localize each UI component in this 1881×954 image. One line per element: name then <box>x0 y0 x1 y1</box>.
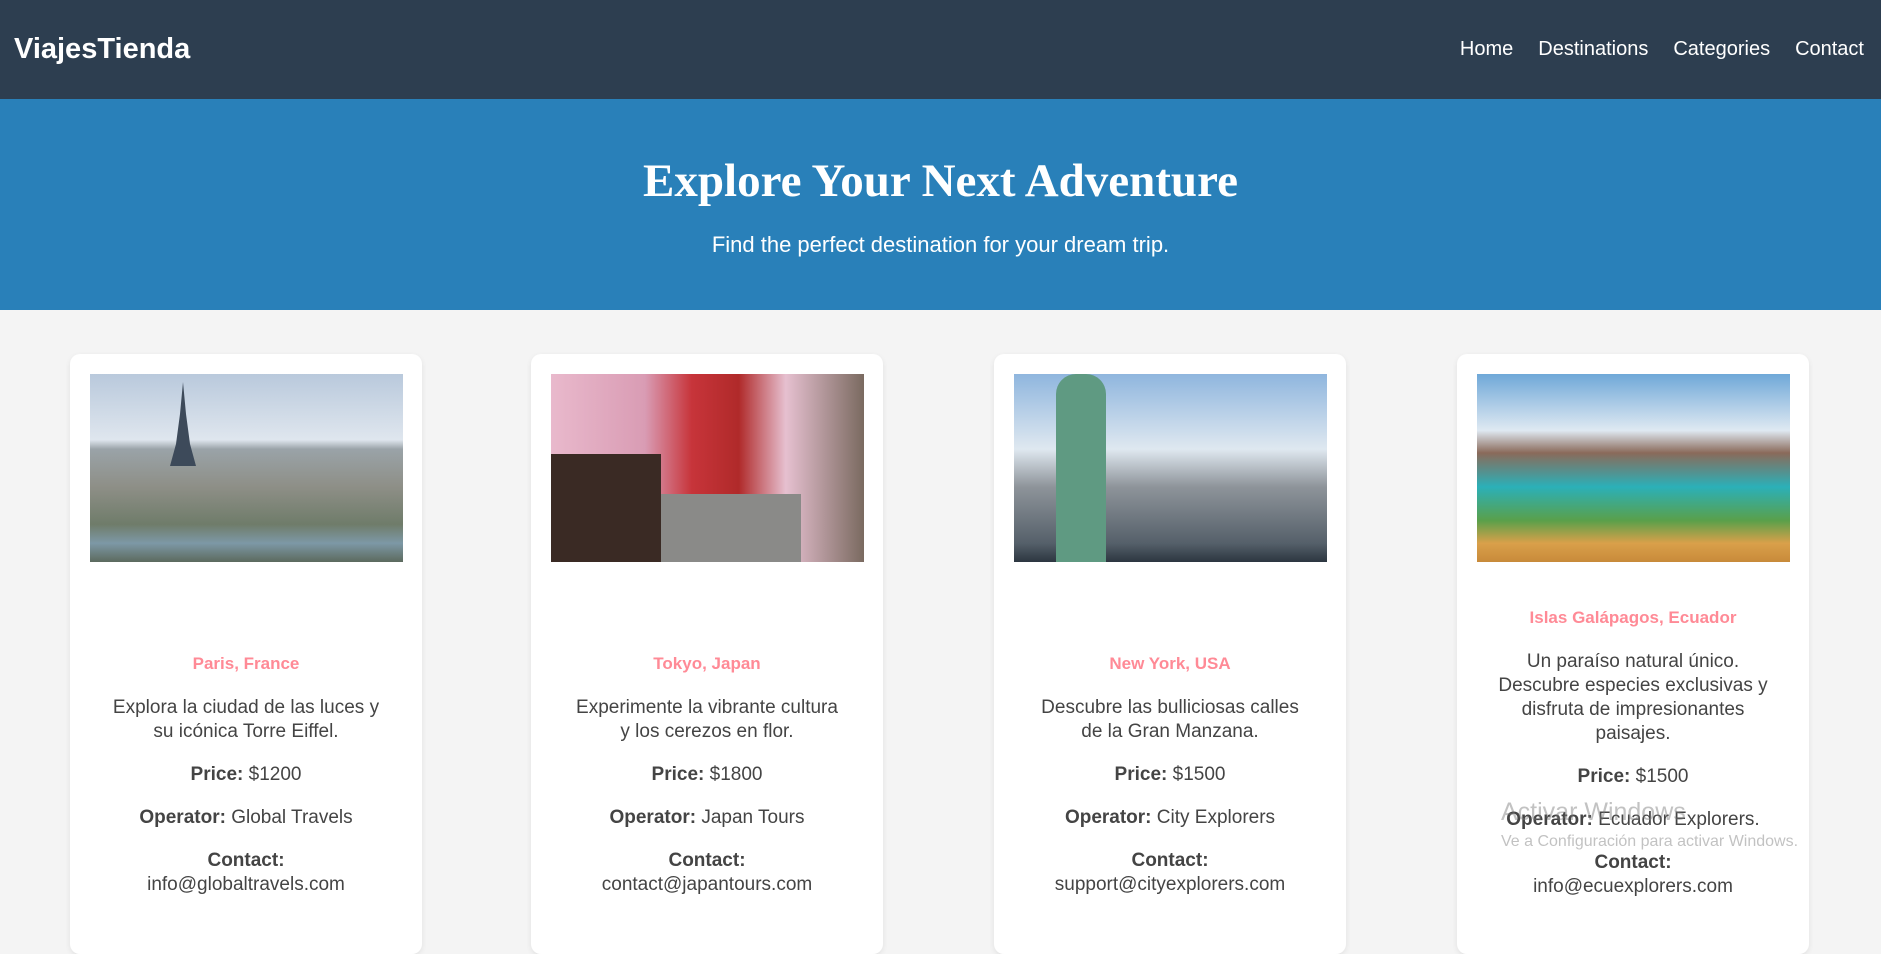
price-value: $1500 <box>1635 766 1689 787</box>
operator: Operator: Ecuador Explorers. <box>1477 808 1789 832</box>
nav-categories[interactable]: Categories <box>1673 38 1770 61</box>
operator-label: Operator: <box>1064 807 1152 828</box>
price: Price: $1500 <box>1014 763 1326 787</box>
operator-label: Operator: <box>139 807 226 828</box>
logo[interactable]: ViajesTienda <box>14 33 190 66</box>
hero-subtitle: Find the perfect destination for your dr… <box>711 232 1170 257</box>
price-label: Price: <box>1577 766 1631 787</box>
price-value: $1200 <box>248 764 302 785</box>
destination-name: Islas Galápagos, Ecuador <box>1529 608 1737 627</box>
destination-name: Tokyo, Japan <box>653 654 761 673</box>
contact: Contact: contact@japantours.com <box>551 849 863 897</box>
destination-name: New York, USA <box>1109 654 1231 673</box>
destination-description: Un paraíso natural único. Descubre espec… <box>1498 651 1768 744</box>
destination-description: Descubre las bulliciosas calles de la Gr… <box>1041 697 1299 742</box>
operator-label: Operator: <box>609 807 697 828</box>
operator-value: Ecuador Explorers. <box>1598 809 1760 830</box>
price: Price: $1500 <box>1477 765 1789 789</box>
price-label: Price: <box>651 764 705 785</box>
paris-image <box>90 374 403 562</box>
operator: Operator: City Explorers <box>1014 806 1326 830</box>
navbar: ViajesTienda Home Destinations Categorie… <box>0 0 1881 99</box>
operator-value: City Explorers <box>1156 807 1276 828</box>
operator-label: Operator: <box>1506 809 1593 830</box>
destination-name: Paris, France <box>192 654 300 673</box>
nav-destinations[interactable]: Destinations <box>1538 38 1648 61</box>
price: Price: $1800 <box>551 763 863 787</box>
contact: Contact: info@ecuexplorers.com <box>1477 851 1789 899</box>
contact-label: Contact: <box>1594 852 1672 873</box>
price-value: $1500 <box>1172 764 1226 785</box>
tokyo-image <box>551 374 864 562</box>
nav-links: Home Destinations Categories Contact <box>1460 38 1864 61</box>
contact: Contact: support@cityexplorers.com <box>1014 849 1326 897</box>
operator: Operator: Global Travels <box>90 806 402 830</box>
operator: Operator: Japan Tours <box>551 806 863 830</box>
nav-home[interactable]: Home <box>1460 38 1513 61</box>
hero-title: Explore Your Next Adventure <box>643 155 1238 207</box>
nav-contact[interactable]: Contact <box>1795 38 1864 61</box>
price: Price: $1200 <box>90 763 402 787</box>
contact-label: Contact: <box>668 850 746 871</box>
destination-card[interactable]: Paris, France Explora la ciudad de las l… <box>70 354 422 954</box>
price-label: Price: <box>190 764 244 785</box>
new-york-image <box>1014 374 1327 562</box>
contact: Contact: info@globaltravels.com <box>90 849 402 897</box>
price-label: Price: <box>1114 764 1168 785</box>
price-value: $1800 <box>709 764 763 785</box>
operator-value: Japan Tours <box>701 807 805 828</box>
contact-email[interactable]: support@cityexplorers.com <box>1055 874 1285 895</box>
galapagos-image <box>1477 374 1790 562</box>
contact-email[interactable]: contact@japantours.com <box>602 874 812 895</box>
destination-card[interactable]: Tokyo, Japan Experimente la vibrante cul… <box>531 354 883 954</box>
operator-value: Global Travels <box>231 807 353 828</box>
hero: Explore Your Next Adventure Find the per… <box>0 99 1881 310</box>
destination-card[interactable]: New York, USA Descubre las bulliciosas c… <box>994 354 1346 954</box>
destination-card[interactable]: Islas Galápagos, Ecuador Un paraíso natu… <box>1457 354 1809 954</box>
destination-description: Explora la ciudad de las luces y su icón… <box>112 697 380 742</box>
contact-email[interactable]: info@globaltravels.com <box>147 874 345 895</box>
contact-label: Contact: <box>207 850 285 871</box>
contact-label: Contact: <box>1131 850 1209 871</box>
destination-description: Experimente la vibrante cultura y los ce… <box>576 697 838 742</box>
